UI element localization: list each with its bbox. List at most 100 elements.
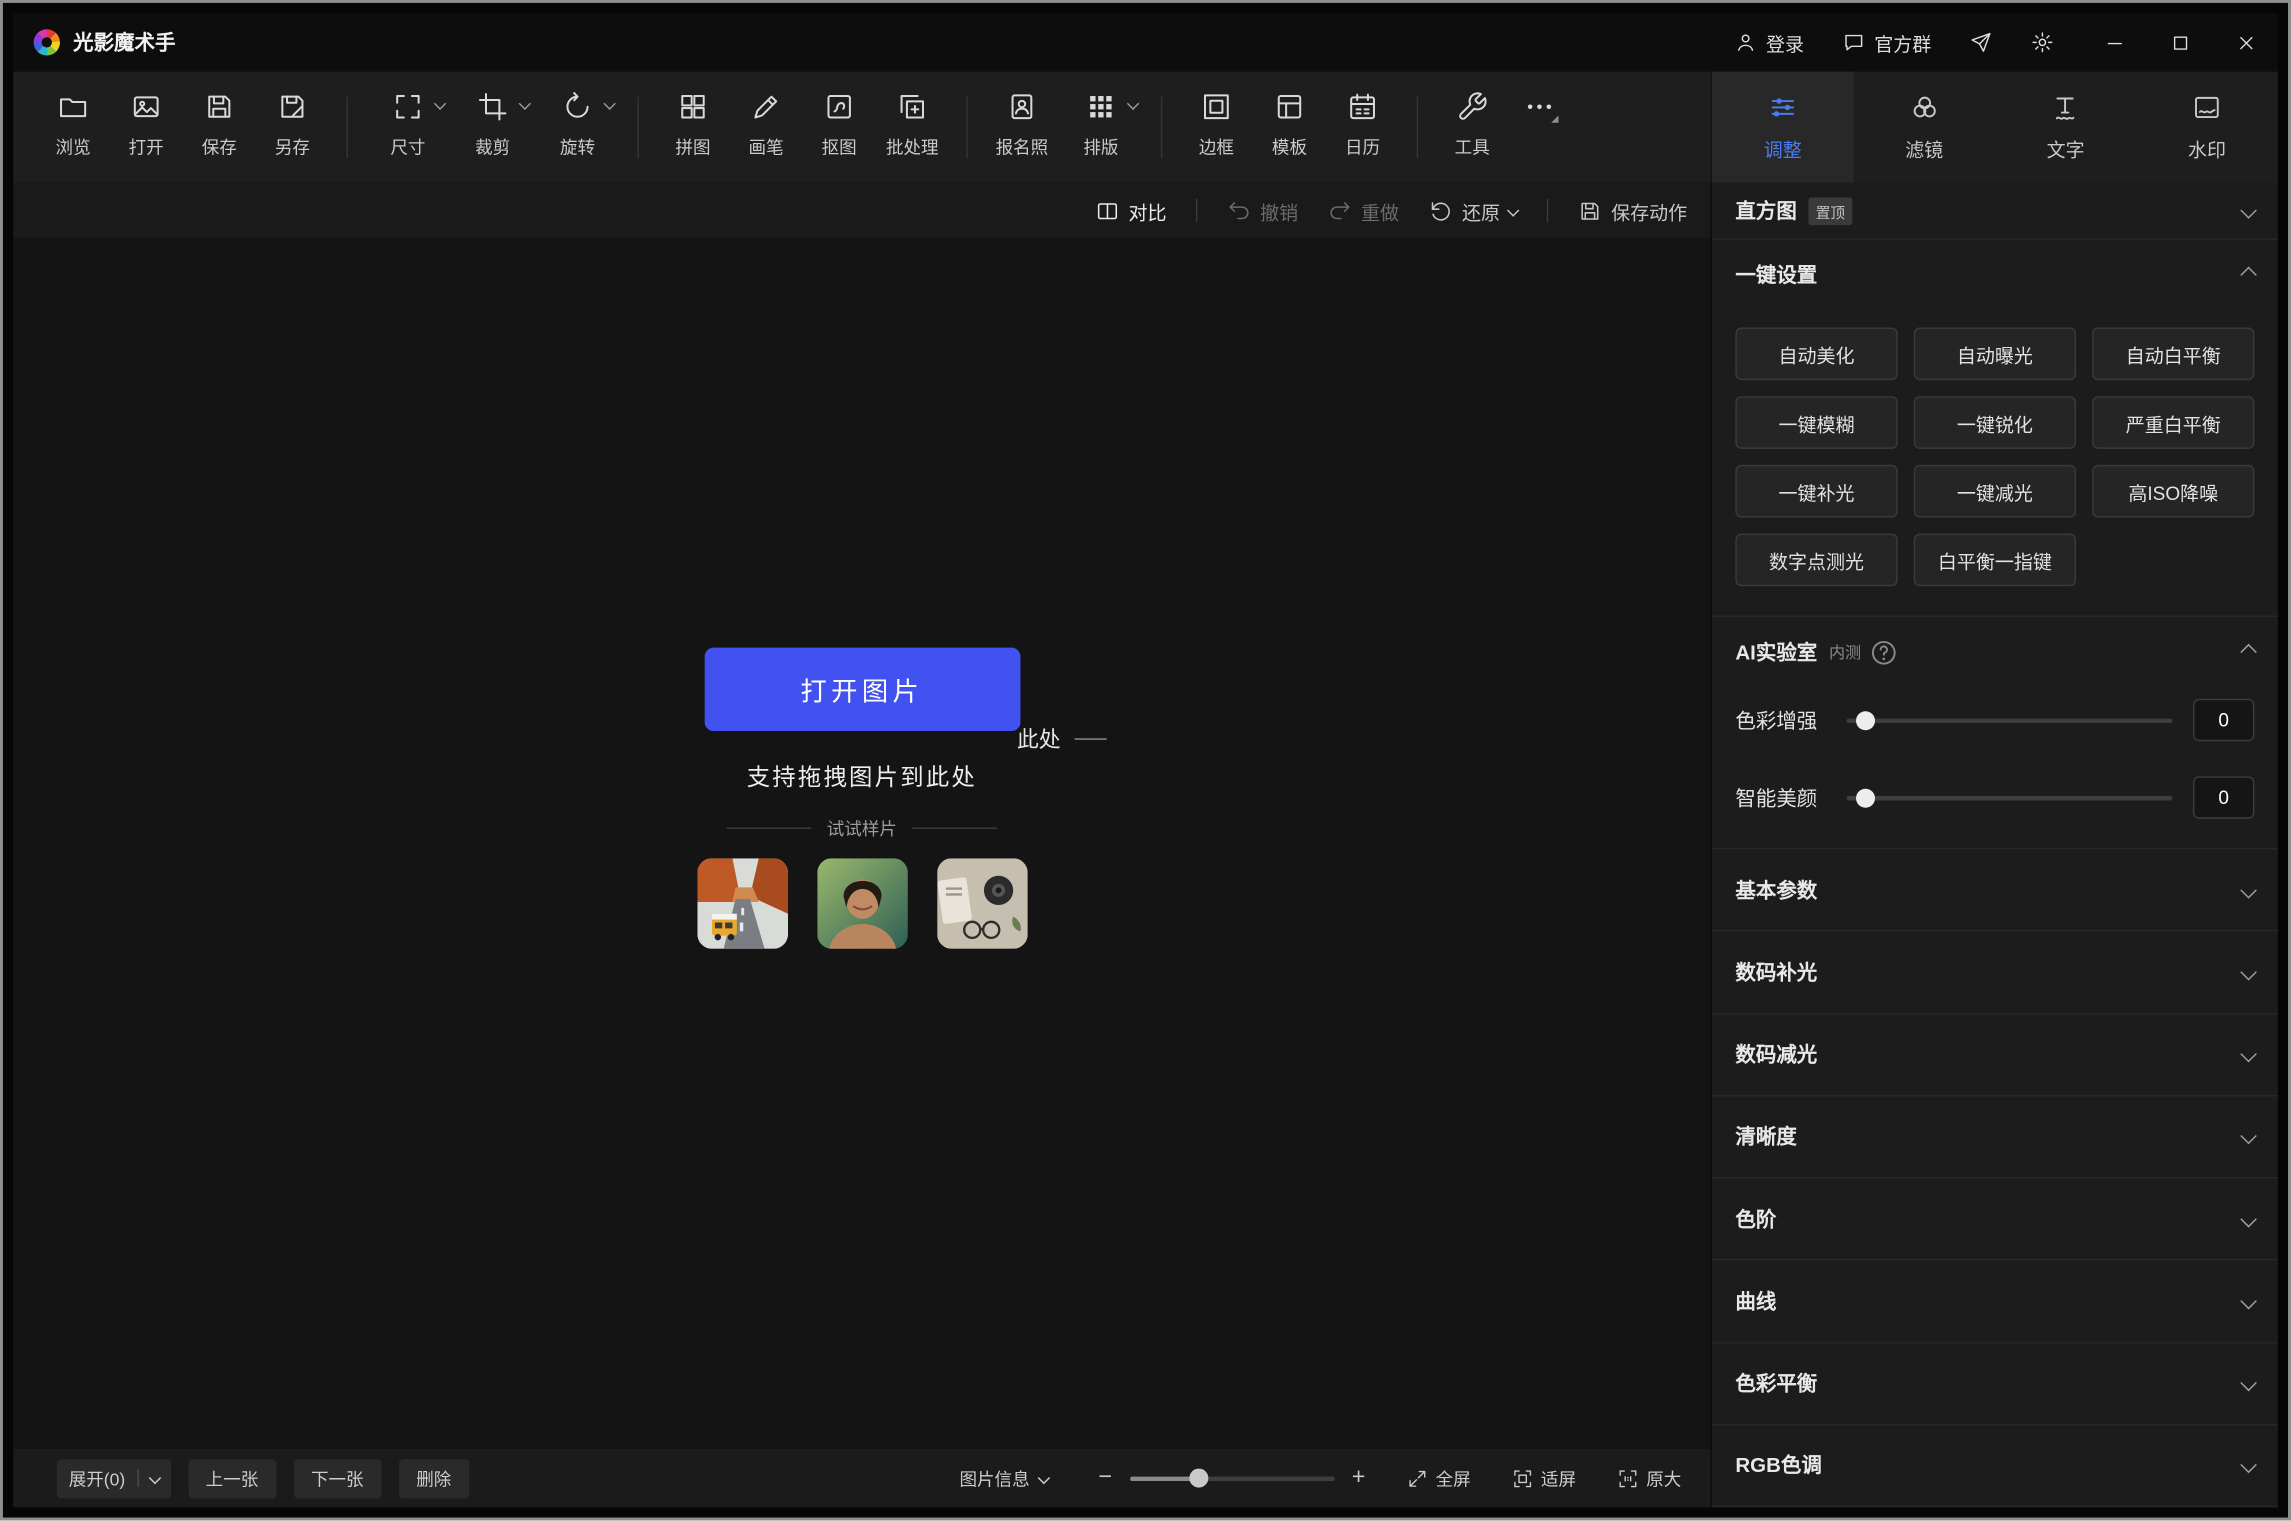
section-histogram[interactable]: 直方图 置顶 <box>1712 183 2278 239</box>
zoom-slider-knob[interactable] <box>1190 1469 1209 1488</box>
section-ai-lab[interactable]: AI实验室 内测 <box>1712 617 2278 687</box>
toolbar-divider <box>637 96 638 157</box>
help-icon[interactable] <box>1868 637 1899 668</box>
save-action-button[interactable]: 保存动作 <box>1577 197 1687 225</box>
undo-button[interactable]: 撤销 <box>1227 197 1299 225</box>
chevron-down-icon[interactable] <box>2240 1293 2257 1310</box>
toolbar-item-calendar[interactable]: 日历 <box>1326 72 1399 183</box>
close-icon[interactable] <box>2235 31 2257 53</box>
delete-image-button[interactable]: 删除 <box>399 1458 469 1497</box>
tab-watermark[interactable]: 水印 <box>2136 72 2277 183</box>
tab-filter[interactable]: 滤镜 <box>1853 72 1994 183</box>
maximize-icon[interactable] <box>2170 31 2192 53</box>
toolbar-item-tools[interactable]: 工具 <box>1436 72 1509 183</box>
chevron-down-icon[interactable] <box>148 1472 160 1484</box>
sample-thumb-desk-flatlay[interactable] <box>936 858 1027 949</box>
zoom-in-button[interactable]: + <box>1352 1466 1366 1489</box>
share-button[interactable] <box>1969 31 1992 54</box>
toolbar-item-browse[interactable]: 浏览 <box>37 72 110 183</box>
one-click-fill-light-button[interactable]: 一键补光 <box>1735 465 1897 518</box>
chevron-down-icon[interactable] <box>603 98 615 110</box>
color-enhance-value[interactable]: 0 <box>2193 699 2254 741</box>
auto-beautify-button[interactable]: 自动美化 <box>1735 327 1897 380</box>
compare-button[interactable]: 对比 <box>1095 197 1167 225</box>
sample-thumb-desert-bus[interactable] <box>697 858 788 949</box>
toolbar-item-template[interactable]: 模板 <box>1253 72 1326 183</box>
open-image-button[interactable]: 打开图片 <box>704 648 1020 731</box>
section-levels[interactable]: 色阶 <box>1712 1178 2278 1260</box>
tab-adjust[interactable]: 调整 <box>1712 72 1853 183</box>
fullscreen-button[interactable]: 全屏 <box>1406 1466 1470 1491</box>
chevron-down-icon[interactable] <box>2240 1128 2257 1145</box>
slider-knob[interactable] <box>1857 711 1876 730</box>
one-click-dim-light-button[interactable]: 一键减光 <box>1914 465 2076 518</box>
minimize-icon[interactable] <box>2104 31 2126 53</box>
chevron-down-icon[interactable] <box>2240 964 2257 981</box>
section-curves[interactable]: 曲线 <box>1712 1261 2278 1343</box>
chevron-down-icon[interactable] <box>2240 202 2257 219</box>
chevron-down-icon[interactable] <box>2240 1210 2257 1227</box>
previous-image-button[interactable]: 上一张 <box>188 1458 276 1497</box>
section-color-balance[interactable]: 色彩平衡 <box>1712 1343 2278 1425</box>
zoom-out-button[interactable]: − <box>1098 1466 1112 1489</box>
toolbar-item-save-as[interactable]: 另存 <box>256 72 329 183</box>
chevron-up-icon[interactable] <box>2240 267 2257 284</box>
restore-button[interactable]: 还原 <box>1428 197 1517 225</box>
toolbar-item-more[interactable] <box>1509 72 1570 183</box>
section-digital-dim-light[interactable]: 数码减光 <box>1712 1014 2278 1096</box>
chevron-down-icon[interactable] <box>2240 1375 2257 1392</box>
login-button[interactable]: 登录 <box>1734 29 1804 57</box>
chevron-down-icon[interactable] <box>434 98 446 110</box>
auto-exposure-button[interactable]: 自动曝光 <box>1914 327 2076 380</box>
toolbar-item-brush[interactable]: 画笔 <box>730 72 803 183</box>
redo-button[interactable]: 重做 <box>1327 197 1399 225</box>
original-size-button[interactable]: 原大 <box>1617 1466 1681 1491</box>
toolbar-item-open[interactable]: 打开 <box>110 72 183 183</box>
toolbar-item-size[interactable]: 尺寸 <box>366 72 451 183</box>
toolbar-item-save[interactable]: 保存 <box>183 72 256 183</box>
chevron-up-icon[interactable] <box>2240 644 2257 661</box>
chevron-down-icon[interactable] <box>1127 98 1139 110</box>
chevron-down-icon[interactable] <box>1038 1472 1050 1484</box>
high-iso-denoise-button[interactable]: 高ISO降噪 <box>2092 465 2254 518</box>
smart-beauty-value[interactable]: 0 <box>2193 776 2254 818</box>
toolbar-item-id-photo[interactable]: 报名照 <box>985 72 1058 183</box>
settings-button[interactable] <box>2031 31 2054 54</box>
severe-white-balance-button[interactable]: 严重白平衡 <box>2092 396 2254 449</box>
zoom-slider[interactable] <box>1130 1476 1335 1480</box>
color-enhance-slider[interactable] <box>1847 710 2173 730</box>
toolbar-item-layout[interactable]: 排版 <box>1058 72 1143 183</box>
fit-screen-button[interactable]: 适屏 <box>1512 1466 1576 1491</box>
tab-text[interactable]: 文字 <box>1995 72 2136 183</box>
chevron-down-icon[interactable] <box>2240 1046 2257 1063</box>
smart-beauty-slider[interactable] <box>1847 787 2173 807</box>
toolbar-item-batch[interactable]: 批处理 <box>876 72 949 183</box>
toolbar-label: 工具 <box>1455 135 1490 160</box>
sample-thumb-portrait[interactable] <box>817 858 908 949</box>
slider-knob[interactable] <box>1857 788 1876 807</box>
toolbar-item-rotate[interactable]: 旋转 <box>535 72 620 183</box>
image-info-button[interactable]: 图片信息 <box>959 1466 1048 1491</box>
next-image-button[interactable]: 下一张 <box>293 1458 381 1497</box>
chevron-down-icon[interactable] <box>1507 204 1519 216</box>
toolbar-item-cutout[interactable]: 抠图 <box>803 72 876 183</box>
chevron-down-icon[interactable] <box>519 98 531 110</box>
auto-white-balance-button[interactable]: 自动白平衡 <box>2092 327 2254 380</box>
toolbar-item-collage[interactable]: 拼图 <box>656 72 729 183</box>
white-balance-one-key-button[interactable]: 白平衡一指键 <box>1914 534 2076 587</box>
section-basic-params[interactable]: 基本参数 <box>1712 849 2278 931</box>
expand-filmstrip-button[interactable]: 展开(0) <box>57 1458 171 1497</box>
one-click-blur-button[interactable]: 一键模糊 <box>1735 396 1897 449</box>
digital-spot-metering-button[interactable]: 数字点测光 <box>1735 534 1897 587</box>
chevron-down-icon[interactable] <box>2240 882 2257 899</box>
one-click-sharpen-button[interactable]: 一键锐化 <box>1914 396 2076 449</box>
toolbar-item-border[interactable]: 边框 <box>1180 72 1253 183</box>
official-group-button[interactable]: 官方群 <box>1842 29 1931 57</box>
section-clarity[interactable]: 清晰度 <box>1712 1096 2278 1178</box>
section-one-click-settings[interactable]: 一键设置 <box>1712 240 2278 310</box>
section-digital-fill-light[interactable]: 数码补光 <box>1712 932 2278 1014</box>
toolbar-item-crop[interactable]: 裁剪 <box>450 72 535 183</box>
chevron-down-icon[interactable] <box>2240 1457 2257 1474</box>
section-rgb-tone[interactable]: RGB色调 <box>1712 1425 2278 1507</box>
image-canvas[interactable]: 此处 打开图片 支持拖拽图片到此处 试试样片 <box>13 238 1710 1449</box>
